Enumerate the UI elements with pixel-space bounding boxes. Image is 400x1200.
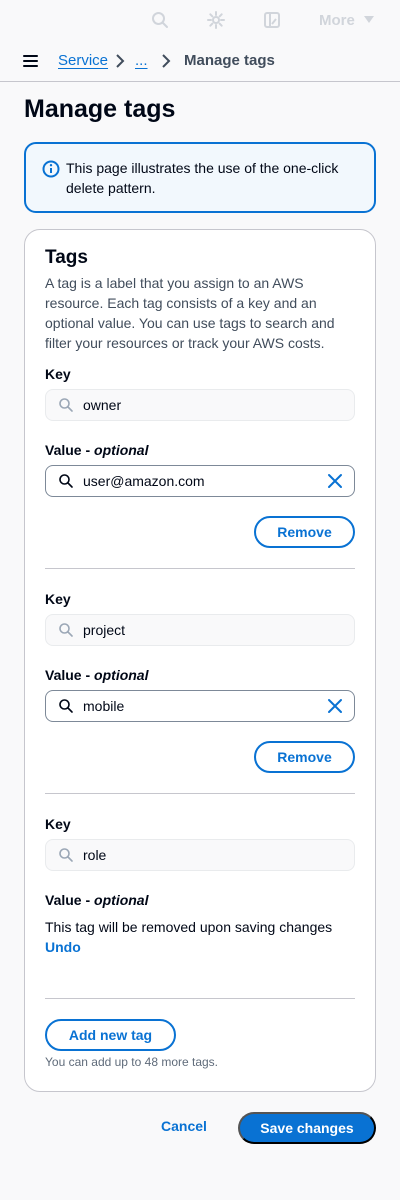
clear-icon[interactable] bbox=[326, 697, 344, 715]
divider bbox=[45, 568, 355, 569]
tags-description: A tag is a label that you assign to an A… bbox=[45, 275, 335, 351]
add-new-tag-button[interactable]: Add new tag bbox=[45, 1019, 176, 1051]
page-title: Manage tags bbox=[24, 95, 176, 123]
breadcrumb: Service ... Manage tags bbox=[0, 42, 400, 82]
tag-key-value: project bbox=[83, 622, 126, 638]
optional-label: optional bbox=[94, 667, 149, 683]
tag-key-value: role bbox=[83, 847, 107, 863]
removal-notice: This tag will be removed upon saving cha… bbox=[45, 919, 333, 935]
settings-icon[interactable] bbox=[206, 10, 226, 30]
search-icon bbox=[59, 398, 73, 412]
tags-title: Tags bbox=[45, 247, 88, 268]
more-menu-button[interactable]: More bbox=[319, 10, 375, 30]
chevron-right-icon bbox=[116, 54, 125, 68]
more-label: More bbox=[319, 11, 355, 29]
tag-key-input: role bbox=[45, 839, 355, 871]
tag-key-input: project bbox=[45, 614, 355, 646]
key-label: Key bbox=[45, 366, 71, 382]
tag-value-text: mobile bbox=[83, 698, 125, 714]
key-label: Key bbox=[45, 816, 71, 832]
value-label-text: Value bbox=[45, 892, 82, 908]
search-icon bbox=[59, 474, 73, 488]
tag-limit-hint: You can add up to 48 more tags. bbox=[45, 1055, 219, 1069]
tags-container: Tags A tag is a label that you assign to… bbox=[24, 229, 376, 1092]
remove-button[interactable]: Remove bbox=[254, 516, 355, 548]
alert-text: This page illustrates the use of the one… bbox=[66, 160, 339, 196]
top-navigation: More bbox=[0, 0, 400, 40]
value-label-text: Value bbox=[45, 667, 82, 683]
search-icon bbox=[59, 848, 73, 862]
tag-value-input[interactable]: user@amazon.com bbox=[45, 465, 355, 497]
value-label: Value - optional bbox=[45, 667, 149, 683]
breadcrumb-service[interactable]: Service bbox=[58, 52, 108, 69]
value-label: Value - optional bbox=[45, 892, 149, 908]
menu-icon[interactable] bbox=[22, 52, 40, 70]
chevron-right-icon bbox=[162, 54, 171, 68]
caret-down-icon bbox=[363, 16, 374, 23]
info-icon bbox=[42, 160, 60, 178]
tag-key-value: owner bbox=[83, 397, 122, 413]
divider bbox=[45, 998, 355, 999]
layout-icon[interactable] bbox=[262, 10, 282, 30]
key-label: Key bbox=[45, 591, 71, 607]
clear-icon[interactable] bbox=[326, 472, 344, 490]
breadcrumb-ellipsis[interactable]: ... bbox=[135, 52, 148, 69]
remove-button[interactable]: Remove bbox=[254, 741, 355, 773]
tag-value-input[interactable]: mobile bbox=[45, 690, 355, 722]
breadcrumb-current: Manage tags bbox=[184, 52, 275, 69]
divider bbox=[45, 793, 355, 794]
cancel-button[interactable]: Cancel bbox=[161, 1118, 207, 1134]
undo-link[interactable]: Undo bbox=[45, 939, 81, 955]
optional-label: optional bbox=[94, 892, 149, 908]
search-icon[interactable] bbox=[150, 10, 170, 30]
tag-value-text: user@amazon.com bbox=[83, 473, 205, 489]
value-label: Value - optional bbox=[45, 442, 149, 458]
save-changes-button[interactable]: Save changes bbox=[238, 1112, 376, 1144]
optional-label: optional bbox=[94, 442, 149, 458]
search-icon bbox=[59, 699, 73, 713]
tag-key-input: owner bbox=[45, 389, 355, 421]
value-label-text: Value bbox=[45, 442, 82, 458]
search-icon bbox=[59, 623, 73, 637]
info-alert: This page illustrates the use of the one… bbox=[24, 142, 376, 213]
